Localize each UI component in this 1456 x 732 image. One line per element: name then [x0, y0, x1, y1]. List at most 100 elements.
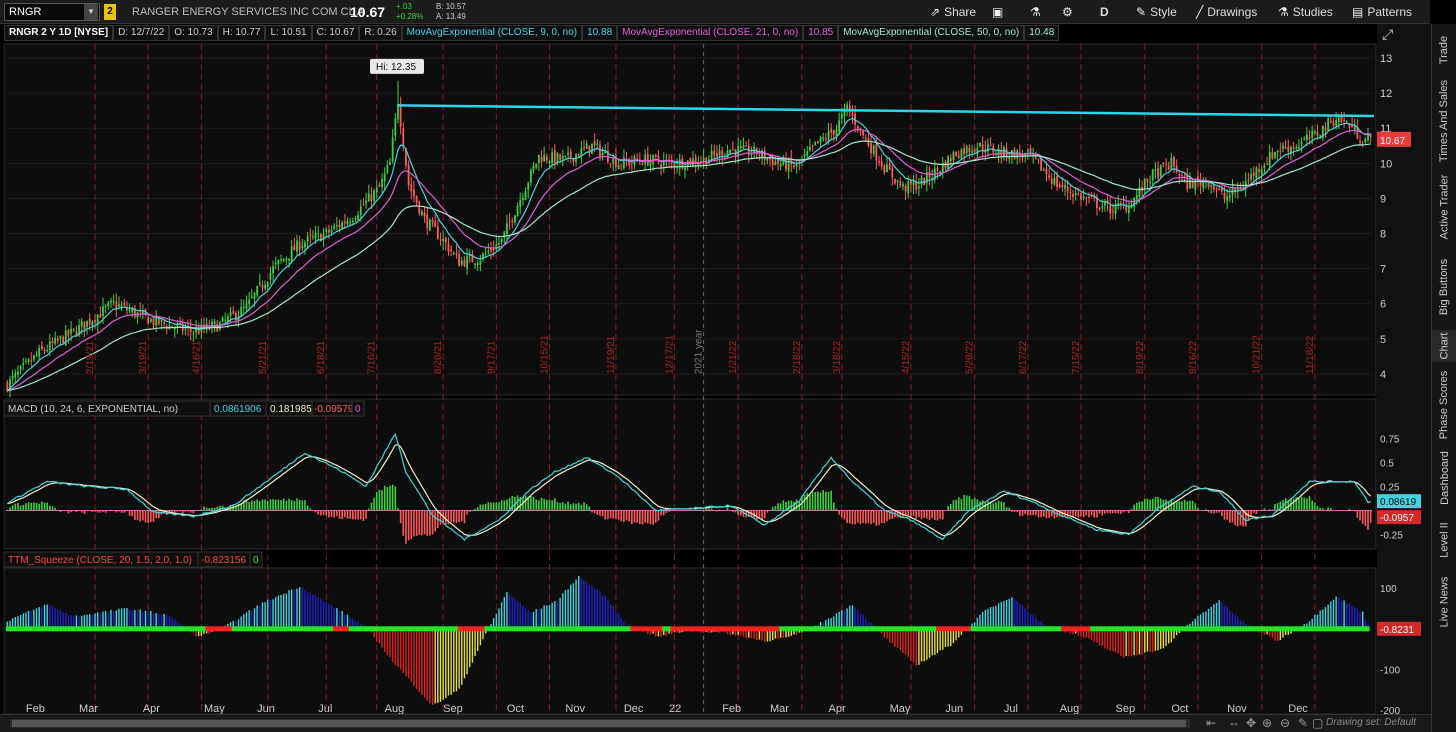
candle-body [30, 360, 33, 362]
x-month-label: Dec [1288, 703, 1308, 714]
squeeze-dot [99, 626, 102, 632]
right-tab-level-ii[interactable]: Level II [1432, 516, 1456, 564]
candle-body [33, 355, 35, 360]
candle-body [282, 258, 285, 262]
right-tab-chart[interactable]: Chart [1432, 330, 1456, 362]
right-tab-dashboard[interactable]: Dashboard [1432, 448, 1456, 508]
squeeze-dot [526, 626, 530, 632]
collapse-icon[interactable]: ⇤ [1206, 716, 1216, 730]
right-tab-big-buttons[interactable]: Big Buttons [1432, 250, 1456, 324]
squeeze-dot [263, 626, 267, 632]
squeeze-dot [423, 626, 427, 632]
squeeze-dot [1231, 626, 1235, 632]
candle-body [1074, 192, 1077, 195]
vertical-date-label: 2/19/21 [85, 340, 96, 374]
squeeze-dot [779, 626, 783, 632]
settings-button[interactable]: ⚙ [1062, 3, 1073, 21]
squeeze-dot [1289, 626, 1293, 632]
squeeze-dot [53, 626, 57, 632]
drawing-set-icon[interactable]: ▢ [1312, 716, 1323, 730]
candle-body [1058, 184, 1061, 188]
chevron-down-icon[interactable]: ▼ [84, 4, 98, 20]
drawings-button[interactable]: ╱ Drawings [1196, 3, 1257, 21]
snapshot-button[interactable]: ▣ [992, 3, 1003, 21]
link-group-badge[interactable]: 2 [104, 4, 116, 20]
x-month-label: Oct [1171, 703, 1188, 714]
candle-body [1332, 121, 1335, 126]
squeeze-dot [178, 626, 182, 632]
candle-body [1082, 196, 1085, 199]
squeeze-dot [1342, 626, 1346, 632]
squeeze-dot [1350, 626, 1354, 632]
right-tab-times-and-sales[interactable]: Times And Sales [1432, 76, 1456, 166]
candle-body [67, 330, 70, 336]
vertical-date-label: 4/16/21 [191, 340, 202, 374]
scroll-thumb[interactable] [12, 720, 1186, 727]
squeeze-dot [1177, 626, 1181, 632]
candle-body [793, 165, 795, 168]
squeeze-dot [16, 626, 20, 632]
squeeze-dot [1122, 626, 1126, 632]
squeeze-dot [1310, 626, 1314, 632]
candle-body [293, 244, 296, 251]
patterns-button[interactable]: ▤ Patterns [1352, 3, 1412, 21]
candle-body [617, 165, 620, 169]
ttm-label[interactable]: TTM_Squeeze (CLOSE, 20, 1.5, 2.0, 1.0) [8, 555, 192, 566]
squeeze-dot [1164, 626, 1168, 632]
squeeze-dot [141, 626, 145, 632]
squeeze-dot [789, 626, 793, 632]
squeeze-dot [45, 626, 49, 632]
style-button[interactable]: ✎ Style [1136, 3, 1177, 21]
aggregation-button[interactable]: D [1100, 3, 1109, 21]
squeeze-dot [77, 626, 81, 632]
pan-icon[interactable]: ✥ [1246, 716, 1256, 730]
squeeze-dot [279, 626, 283, 632]
squeeze-dot [917, 626, 921, 632]
flask-button[interactable]: ⚗ [1030, 3, 1041, 21]
candle-body [418, 201, 421, 214]
candle-body [304, 242, 306, 248]
candle-body [343, 221, 346, 224]
squeeze-dot [154, 626, 158, 632]
candle-body [803, 154, 806, 157]
bid-price: B: 10.57 [436, 2, 466, 11]
squeeze-dot [165, 626, 169, 632]
candle-body [718, 150, 721, 156]
vertical-date-label: 4/15/22 [901, 340, 912, 374]
squeeze-dot [285, 626, 288, 632]
squeeze-dot [1292, 626, 1296, 632]
macd-label[interactable]: MACD (10, 24, 6, EXPONENTIAL, no) [8, 404, 178, 415]
studies-button[interactable]: ⚗ Studies [1278, 3, 1333, 21]
candle-body [734, 149, 737, 156]
candle-body [277, 260, 280, 265]
squeeze-dot [896, 626, 900, 632]
chart-canvas[interactable]: 456789101112132/19/21 3/19/21 4/16/21 5/21/… [0, 24, 1431, 714]
right-tab-active-trader[interactable]: Active Trader [1432, 170, 1456, 244]
squeeze-dot [1047, 626, 1051, 632]
drawing-set-label[interactable]: Drawing set: Default [1326, 717, 1416, 728]
candle-body [684, 167, 686, 170]
expand-icon[interactable]: ⤢ [1382, 26, 1393, 42]
share-button[interactable]: ⇗ Share [930, 3, 976, 21]
vertical-date-label: 8/20/21 [433, 340, 444, 374]
candle-body [22, 363, 25, 366]
zoom-in-icon[interactable]: ⊕ [1262, 716, 1272, 730]
squeeze-dot [1132, 626, 1136, 632]
bottom-bar: ⇤ ⇔ ✥ ⊕ ⊖ ✎ ▢ Drawing set: Default [0, 714, 1431, 732]
candle-body [1127, 206, 1130, 214]
squeeze-dot [936, 626, 940, 632]
candle-body [1162, 162, 1165, 165]
squeeze-dot [192, 626, 195, 632]
squeeze-dot [811, 626, 815, 632]
candle-body [59, 336, 62, 339]
candle-body [670, 161, 673, 163]
x-month-label: Nov [565, 703, 585, 714]
right-tab-live-news[interactable]: Live News [1432, 572, 1456, 632]
candle-body [213, 321, 216, 325]
expand-range-icon[interactable]: ⇔ [1228, 716, 1240, 730]
candle-body [407, 164, 410, 186]
right-tab-trade[interactable]: Trade [1432, 32, 1456, 68]
pencil-icon[interactable]: ✎ [1298, 716, 1308, 730]
zoom-out-icon[interactable]: ⊖ [1280, 716, 1290, 730]
right-tab-phase-scores[interactable]: Phase Scores [1432, 370, 1456, 440]
